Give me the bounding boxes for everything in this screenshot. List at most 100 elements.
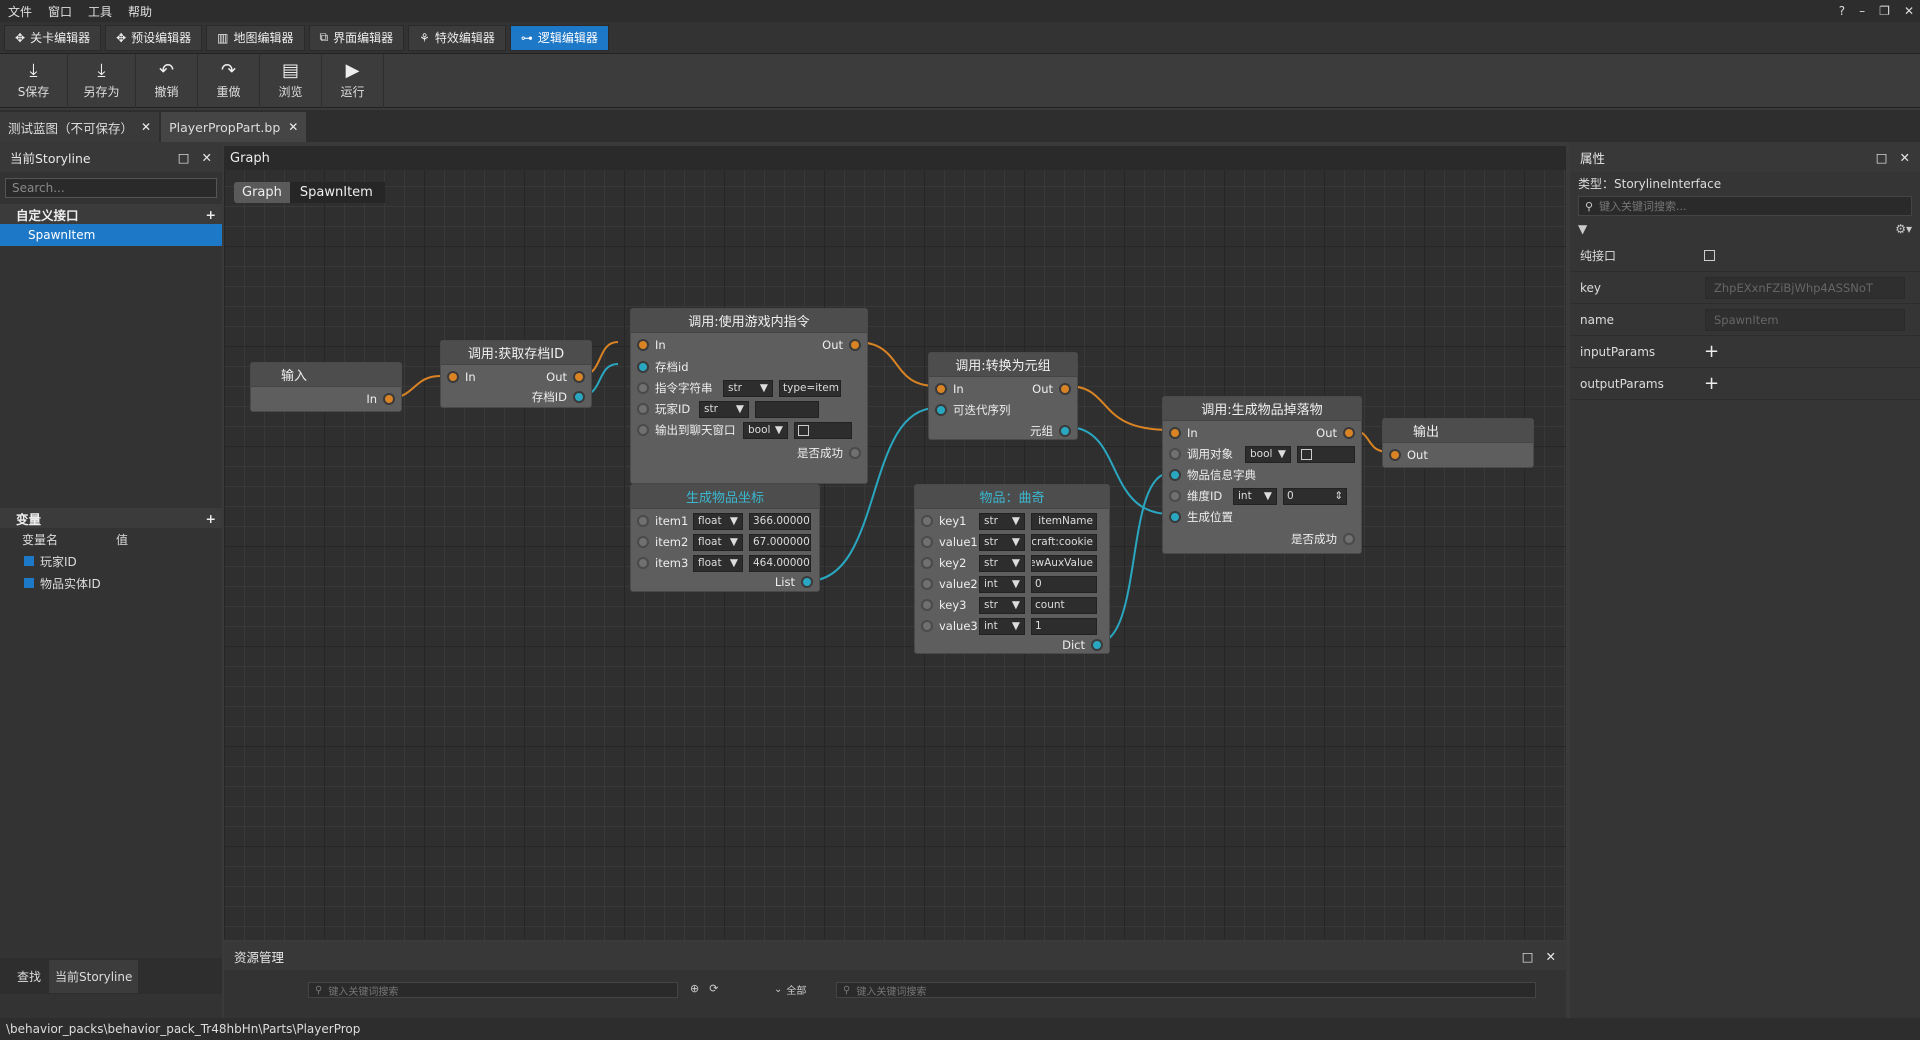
variable-item[interactable]: 物品实体ID bbox=[0, 572, 222, 594]
data-in-pin[interactable] bbox=[637, 557, 649, 569]
node-game-command[interactable]: 调用:使用游戏内指令 In Out 存档id 指令字符串 str ▼ type=ite… bbox=[630, 308, 868, 484]
type-dropdown[interactable]: str ▼ bbox=[699, 400, 749, 418]
tab-effects-editor[interactable]: ⚘ 特效编辑器 bbox=[408, 24, 506, 51]
pure-interface-checkbox[interactable] bbox=[1704, 250, 1715, 261]
exec-out-pin[interactable] bbox=[1343, 427, 1355, 439]
type-dropdown[interactable]: str ▼ bbox=[979, 512, 1025, 530]
close-icon[interactable]: ✕ bbox=[141, 120, 151, 134]
type-dropdown[interactable]: bool ▼ bbox=[743, 421, 788, 439]
node-to-tuple[interactable]: 调用:转换为元组 In Out 可迭代序列 元组 bbox=[928, 352, 1078, 440]
value-field[interactable]: itemName bbox=[1031, 512, 1097, 530]
data-in-pin[interactable] bbox=[921, 515, 933, 527]
tab-find[interactable]: 查找 bbox=[0, 968, 49, 985]
type-dropdown[interactable]: str ▼ bbox=[979, 596, 1025, 614]
key-field[interactable]: ZhpEXxnFZiBjWhp4ASSNoT bbox=[1705, 276, 1905, 299]
save-as-button[interactable]: ⤓ 另存为 bbox=[68, 54, 136, 108]
number-stepper[interactable]: 0 bbox=[1031, 575, 1097, 593]
interface-item-spawnitem[interactable]: SpawnItem bbox=[0, 224, 222, 246]
number-stepper[interactable]: 0 ⇕ bbox=[1283, 487, 1347, 505]
add-input-param-icon[interactable]: + bbox=[1704, 341, 1719, 362]
tab-logic-editor[interactable]: ⊶ 逻辑编辑器 bbox=[509, 24, 609, 51]
value-field[interactable]: count bbox=[1031, 596, 1097, 614]
menu-help[interactable]: 帮助 bbox=[120, 3, 160, 20]
data-in-pin[interactable] bbox=[637, 403, 649, 415]
data-in-pin[interactable] bbox=[637, 424, 649, 436]
data-in-pin[interactable] bbox=[921, 578, 933, 590]
asset-search-input[interactable]: ⚲ 键入关键词搜索 bbox=[308, 982, 678, 998]
type-dropdown[interactable]: int ▼ bbox=[1233, 487, 1277, 505]
close-icon[interactable]: ✕ bbox=[202, 150, 212, 165]
type-dropdown[interactable]: str ▼ bbox=[723, 379, 773, 397]
stepper-arrows-icon[interactable]: ⇕ bbox=[1334, 490, 1343, 502]
save-button[interactable]: ⤓ S保存 bbox=[0, 54, 68, 108]
exec-in-pin[interactable] bbox=[1169, 427, 1181, 439]
number-stepper[interactable]: 366.00000 bbox=[749, 512, 811, 530]
node-input[interactable]: 输入 In bbox=[250, 362, 402, 412]
value-field[interactable] bbox=[755, 400, 819, 418]
graph-canvas[interactable]: Graph SpawnItem 输入 In 调用:获取存档ID In Out 存… bbox=[224, 146, 1566, 940]
variable-item[interactable]: 玩家ID bbox=[0, 550, 222, 572]
data-in-pin[interactable] bbox=[637, 382, 649, 394]
exec-in-pin[interactable] bbox=[637, 339, 649, 351]
data-in-pin[interactable] bbox=[935, 404, 947, 416]
tab-map-editor[interactable]: ▥ 地图编辑器 bbox=[206, 24, 305, 51]
data-in-pin[interactable] bbox=[1169, 469, 1181, 481]
data-in-pin[interactable] bbox=[921, 536, 933, 548]
type-dropdown[interactable]: float ▼ bbox=[693, 533, 743, 551]
type-dropdown[interactable]: int ▼ bbox=[979, 575, 1025, 593]
add-icon[interactable]: + bbox=[206, 511, 216, 526]
help-icon[interactable]: ? bbox=[1839, 4, 1845, 18]
type-dropdown[interactable]: int ▼ bbox=[979, 617, 1025, 635]
add-folder-icon[interactable]: ⊕ bbox=[690, 982, 699, 995]
close-icon[interactable]: ✕ bbox=[1900, 150, 1910, 165]
value-field[interactable]: newAuxValue bbox=[1031, 554, 1097, 572]
collapse-triangle-icon[interactable]: ▼ bbox=[1578, 222, 1587, 236]
exec-in-pin[interactable] bbox=[935, 383, 947, 395]
number-stepper[interactable]: 464.00000 bbox=[749, 554, 811, 572]
search-input[interactable]: Search... bbox=[5, 178, 217, 198]
number-stepper[interactable]: 1 bbox=[1031, 617, 1097, 635]
data-in-pin[interactable] bbox=[1169, 490, 1181, 502]
data-out-pin[interactable] bbox=[801, 576, 813, 588]
add-output-param-icon[interactable]: + bbox=[1704, 373, 1719, 394]
data-out-pin[interactable] bbox=[1343, 533, 1355, 545]
type-dropdown[interactable]: float ▼ bbox=[693, 512, 743, 530]
asset-filter[interactable]: ⌄ 全部 bbox=[774, 982, 806, 997]
name-field[interactable]: SpawnItem bbox=[1705, 308, 1905, 331]
add-icon[interactable]: + bbox=[206, 207, 216, 222]
minimize-icon[interactable]: – bbox=[1859, 4, 1865, 18]
exec-in-pin[interactable] bbox=[1389, 449, 1401, 461]
data-in-pin[interactable] bbox=[637, 536, 649, 548]
node-item-cookie[interactable]: 物品：曲奇 key1 str ▼ itemName value1 str ▼ craft:c… bbox=[914, 484, 1110, 654]
tab-ui-editor[interactable]: ⧉ 界面编辑器 bbox=[308, 24, 405, 51]
tab-level-editor[interactable]: ✥ 关卡编辑器 bbox=[4, 24, 102, 51]
data-in-pin[interactable] bbox=[637, 361, 649, 373]
close-icon[interactable]: ✕ bbox=[1546, 949, 1556, 964]
maximize-icon[interactable]: □ bbox=[178, 150, 190, 165]
tab-current-storyline[interactable]: 当前Storyline bbox=[49, 959, 139, 993]
exec-out-pin[interactable] bbox=[849, 339, 861, 351]
redo-button[interactable]: ↷ 重做 bbox=[198, 54, 260, 108]
node-spawn-item-drop[interactable]: 调用:生成物品掉落物 In Out 调用对象 bool ▼ 物品信息字典 维度ID i… bbox=[1162, 396, 1362, 554]
exec-out-pin[interactable] bbox=[573, 371, 585, 383]
refresh-icon[interactable]: ⟳ bbox=[709, 982, 718, 995]
properties-search[interactable]: ⚲ 键入关键词搜索... bbox=[1578, 196, 1912, 216]
data-in-pin[interactable] bbox=[1169, 448, 1181, 460]
value-field[interactable]: type=item] bbox=[779, 379, 841, 397]
gear-icon[interactable]: ⚙▾ bbox=[1895, 222, 1912, 236]
maximize-icon[interactable]: □ bbox=[1522, 949, 1534, 964]
type-dropdown[interactable]: float ▼ bbox=[693, 554, 743, 572]
menu-tools[interactable]: 工具 bbox=[80, 3, 120, 20]
type-dropdown[interactable]: str ▼ bbox=[979, 533, 1025, 551]
node-output[interactable]: 输出 Out bbox=[1382, 418, 1534, 468]
run-button[interactable]: ▶ 运行 bbox=[322, 54, 384, 108]
type-dropdown[interactable]: bool ▼ bbox=[1245, 445, 1291, 463]
menu-file[interactable]: 文件 bbox=[0, 3, 40, 20]
doc-tab-playerproppart[interactable]: PlayerPropPart.bp ✕ bbox=[161, 112, 307, 142]
tab-preset-editor[interactable]: ✥ 预设编辑器 bbox=[105, 24, 203, 51]
exec-out-pin[interactable] bbox=[1059, 383, 1071, 395]
close-icon[interactable]: ✕ bbox=[1904, 4, 1914, 18]
data-out-pin[interactable] bbox=[573, 391, 585, 403]
bool-checkbox[interactable] bbox=[798, 424, 809, 436]
restore-icon[interactable]: ❐ bbox=[1879, 4, 1890, 18]
